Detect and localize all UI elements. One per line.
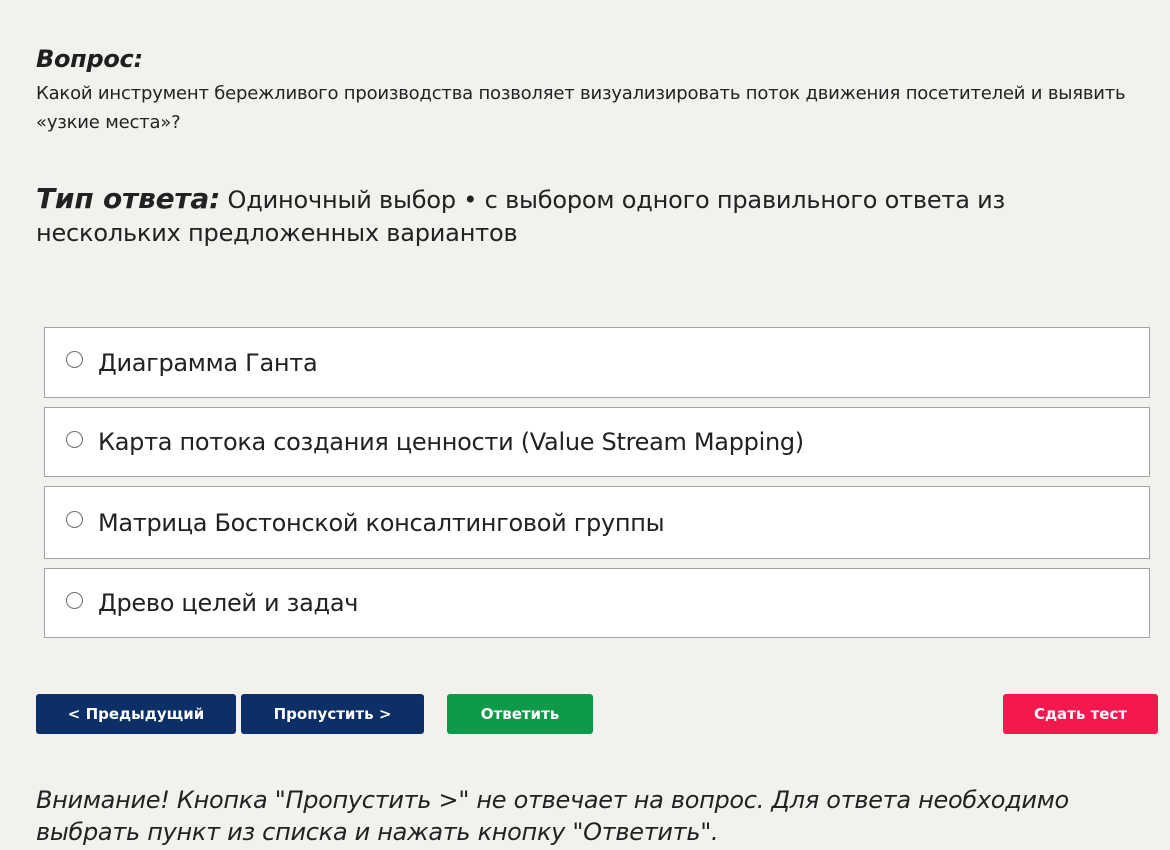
radio-button[interactable] (66, 511, 83, 528)
answer-option[interactable]: Матрица Бостонской консалтинговой группы (44, 486, 1150, 559)
previous-button[interactable]: < Предыдущий (36, 694, 236, 734)
answer-option[interactable]: Древо целей и задач (44, 568, 1150, 638)
warning-note: Внимание! Кнопка "Пропустить >" не отвеч… (36, 786, 1069, 846)
answer-option[interactable]: Диаграмма Ганта (44, 327, 1150, 398)
submit-test-button[interactable]: Сдать тест (1003, 694, 1158, 734)
answer-option[interactable]: Карта потока создания ценности (Value St… (44, 407, 1150, 477)
answer-button[interactable]: Ответить (447, 694, 593, 734)
radio-button[interactable] (66, 351, 83, 368)
radio-button[interactable] (66, 591, 83, 609)
skip-button[interactable]: Пропустить > (241, 694, 424, 734)
answer-options-list: Диаграмма Ганта Карта потока создания це… (44, 327, 1150, 638)
answer-option-label: Матрица Бостонской консалтинговой группы (98, 508, 665, 537)
question-text: Какой инструмент бережливого производств… (36, 83, 1126, 133)
answer-type: Тип ответа: Одиночный выбор • с выбором … (36, 182, 1146, 250)
answer-option-label: Древо целей и задач (98, 589, 359, 617)
radio-button[interactable] (66, 430, 83, 448)
answer-option-label: Карта потока создания ценности (Value St… (98, 428, 804, 456)
answer-type-label: Тип ответа: (36, 182, 221, 215)
answer-option-label: Диаграмма Ганта (98, 348, 318, 377)
question-heading: Вопрос: (36, 45, 143, 73)
